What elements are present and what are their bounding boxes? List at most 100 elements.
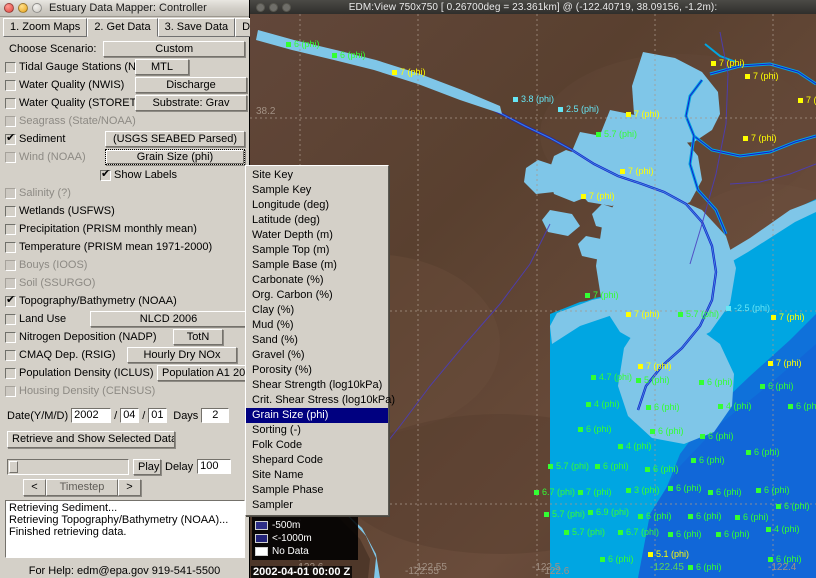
menu-item[interactable]: Sampler	[246, 498, 388, 513]
menu-item[interactable]: Porosity (%)	[246, 363, 388, 378]
menu-item[interactable]: Sample Key	[246, 183, 388, 198]
legend-row: -500m	[255, 519, 355, 532]
retrieve-and-show-button[interactable]: Retrieve and Show Selected Data	[7, 431, 175, 448]
menu-item[interactable]: Mud (%)	[246, 318, 388, 333]
layer-option-button[interactable]: MTL	[135, 59, 189, 75]
checkbox-water-quality-nwis[interactable]	[5, 80, 16, 91]
menu-item[interactable]: Shear Strength (log10kPa)	[246, 378, 388, 393]
sediment-point-marker	[668, 532, 673, 537]
sediment-point-marker	[688, 565, 693, 570]
tab-1-zoom-maps[interactable]: 1. Zoom Maps	[3, 18, 87, 37]
legend-label: No Data	[272, 546, 309, 557]
checkbox-precipitation-prism-monthly-mean[interactable]	[5, 224, 16, 235]
menu-item[interactable]: Latitude (deg)	[246, 213, 388, 228]
play-button[interactable]: Play	[133, 459, 161, 475]
sediment-point-marker	[788, 404, 793, 409]
menu-item[interactable]: Org. Carbon (%)	[246, 288, 388, 303]
layer-option-button[interactable]: Grain Size (phi)	[105, 149, 245, 165]
checkbox-tidal-gauge-stations-noaa[interactable]	[5, 62, 16, 73]
checkbox-wetlands-usfws[interactable]	[5, 206, 16, 217]
menu-item[interactable]: Sorting (-)	[246, 423, 388, 438]
date-sep-1: /	[114, 410, 117, 422]
menu-item[interactable]: Sand (%)	[246, 333, 388, 348]
sediment-point-marker	[286, 42, 291, 47]
tab-bar: 1. Zoom Maps2. Get Data3. Save DataDone	[0, 17, 249, 37]
scenario-button[interactable]: Custom	[103, 41, 245, 57]
timestep-slider[interactable]	[7, 459, 129, 475]
minimize-window-icon[interactable]	[18, 3, 28, 13]
timestep-prev-button[interactable]: <	[23, 479, 46, 496]
sediment-point-label: 7 (phi)	[589, 191, 615, 201]
menu-item[interactable]: Water Depth (m)	[246, 228, 388, 243]
checkbox-population-density-iclus[interactable]	[5, 368, 16, 379]
menu-item[interactable]: Crit. Shear Stress (log10kPa)	[246, 393, 388, 408]
sediment-point-marker	[691, 458, 696, 463]
sediment-variable-menu[interactable]: Site KeySample KeyLongitude (deg)Latitud…	[245, 165, 389, 516]
checkbox-sediment[interactable]	[5, 134, 16, 145]
maximize-window-icon[interactable]	[32, 3, 42, 13]
map-timestamp: 2002-04-01 00:00 Z	[251, 566, 352, 578]
layer-option-button[interactable]: Discharge	[135, 77, 247, 93]
checkbox-temperature-prism-mean-1971-2000[interactable]	[5, 242, 16, 253]
delay-input[interactable]: 100	[197, 459, 231, 474]
layer-option-button[interactable]: TotN	[173, 329, 223, 345]
sediment-point-label: 7 (phi)	[779, 312, 805, 322]
menu-item[interactable]: Sample Phase	[246, 483, 388, 498]
checkbox-water-quality-storet[interactable]	[5, 98, 16, 109]
menu-item[interactable]: Site Name	[246, 468, 388, 483]
date-day-input[interactable]: 01	[148, 408, 167, 423]
menu-item[interactable]: Sample Base (m)	[246, 258, 388, 273]
checkbox-nitrogen-deposition-nadp[interactable]	[5, 332, 16, 343]
lon-label-122-6: -122.6	[541, 566, 570, 577]
sediment-point-label: 7 (phi)	[753, 71, 779, 81]
sediment-point-label: 2.5 (phi)	[566, 104, 599, 114]
sediment-point-label: 6.7 (phi)	[542, 487, 575, 497]
date-year-input[interactable]: 2002	[71, 408, 111, 423]
sediment-point-label: 5.7 (phi)	[552, 509, 585, 519]
menu-item[interactable]: Grain Size (phi)	[246, 408, 388, 423]
checkbox-bouys-ioos	[5, 260, 16, 271]
date-sep-2: /	[142, 410, 145, 422]
days-input[interactable]: 2	[201, 408, 229, 423]
menu-item[interactable]: Carbonate (%)	[246, 273, 388, 288]
timestep-label-button[interactable]: Timestep	[46, 479, 118, 496]
checkbox-topography-bathymetry-noaa[interactable]	[5, 296, 16, 307]
log-line: Retrieving Sediment...	[9, 502, 241, 514]
menu-item[interactable]: Clay (%)	[246, 303, 388, 318]
layer-option-button[interactable]: Population A1 2010	[157, 365, 255, 381]
layer-option-button[interactable]: (USGS SEABED Parsed)	[105, 131, 245, 147]
sediment-point-marker	[618, 530, 623, 535]
sediment-point-marker	[638, 364, 643, 369]
layer-label: Soil (SSURGO)	[19, 277, 95, 289]
show-labels-label: Show Labels	[114, 169, 177, 181]
sediment-point-label: 6.9 (phi)	[596, 507, 629, 517]
menu-item[interactable]: Gravel (%)	[246, 348, 388, 363]
sediment-point-marker	[626, 312, 631, 317]
menu-item[interactable]: Folk Code	[246, 438, 388, 453]
sediment-point-label: 5.7 (phi)	[572, 527, 605, 537]
window-controls[interactable]	[4, 3, 42, 13]
checkbox-cmaq-dep-rsig[interactable]	[5, 350, 16, 361]
checkbox-show-labels[interactable]	[100, 170, 111, 181]
menu-item[interactable]: Sample Top (m)	[246, 243, 388, 258]
sediment-point-marker	[688, 514, 693, 519]
menu-item[interactable]: Longitude (deg)	[246, 198, 388, 213]
checkbox-land-use[interactable]	[5, 314, 16, 325]
menu-item[interactable]: Site Key	[246, 168, 388, 183]
sediment-point-label: 6 (phi)	[784, 501, 810, 511]
sediment-point-label: 6 (phi)	[724, 529, 750, 539]
close-window-icon[interactable]	[4, 3, 14, 13]
sediment-point-label: 6 (phi)	[707, 377, 733, 387]
sediment-point-marker	[756, 488, 761, 493]
menu-item[interactable]: Shepard Code	[246, 453, 388, 468]
tab-2-get-data[interactable]: 2. Get Data	[87, 18, 157, 37]
date-month-input[interactable]: 04	[120, 408, 139, 423]
tab-3-save-data[interactable]: 3. Save Data	[158, 18, 236, 37]
layer-option-button[interactable]: Substrate: Grav	[135, 95, 247, 111]
sediment-point-marker	[544, 512, 549, 517]
layer-option-button[interactable]: NLCD 2006	[90, 311, 247, 327]
timestep-next-button[interactable]: >	[118, 479, 141, 496]
sediment-point-marker	[513, 97, 518, 102]
layer-option-button[interactable]: Hourly Dry NOx	[127, 347, 237, 363]
slider-thumb[interactable]	[9, 461, 18, 473]
